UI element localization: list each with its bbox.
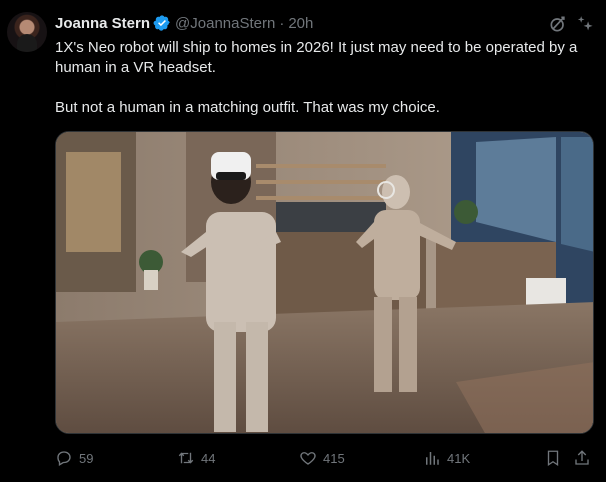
separator-dot: · — [279, 14, 285, 32]
bookmark-button[interactable] — [544, 446, 568, 470]
tweet-header: Joanna Stern @JoannaStern · 20h — [55, 13, 313, 33]
tweet-text: 1X's Neo robot will ship to homes in 202… — [55, 38, 595, 118]
reply-icon — [57, 451, 71, 466]
repost-button[interactable]: 44 — [177, 446, 215, 470]
tweet-paragraph-2: But not a human in a matching outfit. Th… — [55, 99, 440, 116]
verified-badge-icon — [153, 15, 170, 31]
views-count: 41K — [447, 450, 471, 466]
tweet-paragraph-1: 1X's Neo robot will ship to homes in 202… — [55, 39, 578, 76]
author-name[interactable]: Joanna Stern — [55, 15, 150, 32]
like-button[interactable]: 415 — [299, 446, 345, 470]
reply-count: 59 — [79, 450, 94, 466]
tweet[interactable]: Joanna Stern @JoannaStern · 20h 1X's Neo… — [0, 0, 606, 482]
like-count: 415 — [323, 450, 345, 466]
views-button[interactable]: 41K — [423, 446, 470, 470]
like-icon — [300, 452, 316, 465]
reply-button[interactable]: 59 — [55, 446, 93, 470]
timestamp[interactable]: 20h — [288, 15, 313, 32]
grok-icon[interactable] — [548, 14, 568, 34]
avatar[interactable] — [7, 12, 47, 52]
tweet-actions: 59 44 415 41K — [55, 446, 595, 470]
more-icon[interactable] — [577, 14, 597, 34]
repost-icon — [178, 452, 194, 464]
tweet-media-video[interactable] — [55, 131, 594, 434]
share-icon — [575, 450, 589, 465]
video-frame — [56, 132, 593, 433]
repost-count: 44 — [201, 450, 216, 466]
views-icon — [426, 452, 439, 465]
share-button[interactable] — [573, 446, 597, 470]
bookmark-icon — [547, 450, 559, 467]
author-handle[interactable]: @JoannaStern — [175, 15, 275, 32]
